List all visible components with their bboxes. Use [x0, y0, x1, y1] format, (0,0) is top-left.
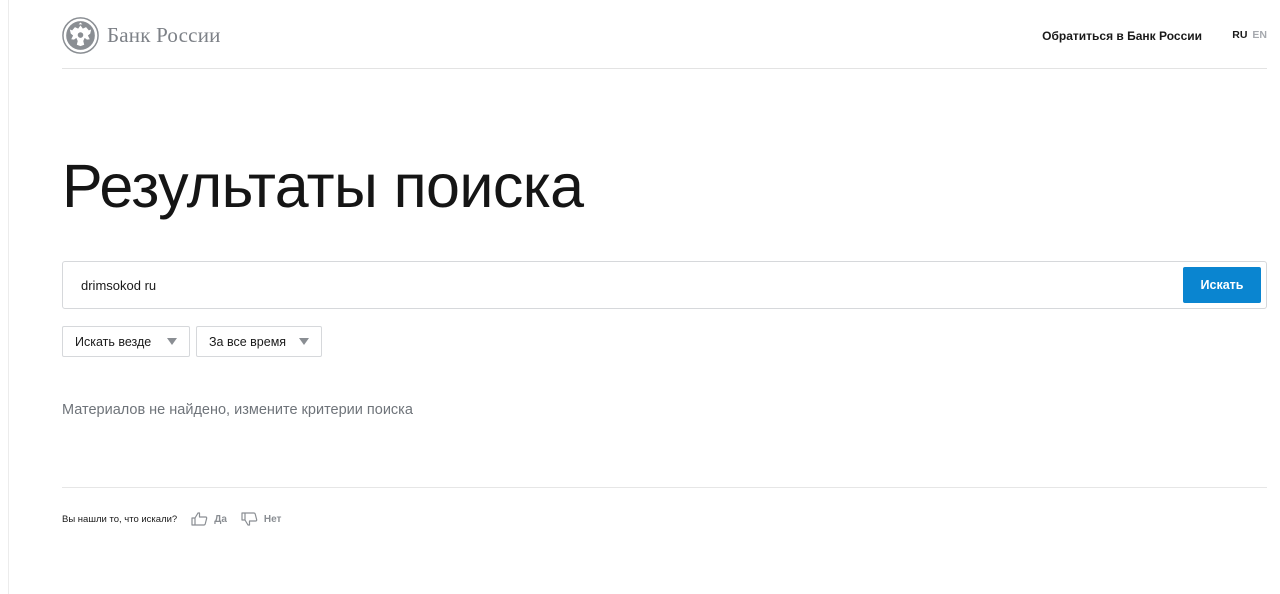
chevron-down-icon — [299, 338, 309, 345]
search-button[interactable]: Искать — [1183, 267, 1261, 303]
no-results-message: Материалов не найдено, измените критерии… — [62, 402, 413, 418]
search-input[interactable] — [63, 262, 1173, 308]
period-filter-dropdown[interactable]: За все время — [196, 326, 322, 357]
lang-ru-link[interactable]: RU — [1232, 29, 1247, 41]
thumbs-down-icon — [241, 512, 258, 526]
chevron-down-icon — [167, 338, 177, 345]
site-header: Банк России Обратиться в Банк России RU … — [62, 0, 1267, 69]
bank-emblem-icon — [62, 17, 99, 54]
search-box: Искать — [62, 261, 1267, 309]
thumbs-up-icon — [191, 512, 208, 526]
logo-link[interactable]: Банк России — [62, 17, 221, 54]
contact-bank-link[interactable]: Обратиться в Банк России — [1042, 29, 1202, 43]
feedback-no-button[interactable]: Нет — [241, 512, 282, 526]
page-title: Результаты поиска — [62, 152, 584, 220]
feedback-bar: Вы нашли то, что искали? Да Нет — [62, 511, 295, 527]
period-filter-label: За все время — [209, 334, 287, 349]
left-border — [8, 0, 9, 594]
feedback-question: Вы нашли то, что искали? — [62, 513, 178, 525]
language-switcher: RU EN — [1232, 29, 1267, 41]
divider — [62, 487, 1267, 488]
feedback-yes-label: Да — [214, 513, 227, 525]
feedback-yes-button[interactable]: Да — [191, 512, 227, 526]
scope-filter-dropdown[interactable]: Искать везде — [62, 326, 190, 357]
feedback-no-label: Нет — [263, 513, 282, 525]
lang-en-link[interactable]: EN — [1252, 29, 1267, 41]
scope-filter-label: Искать везде — [75, 334, 152, 349]
logo-text: Банк России — [107, 23, 221, 47]
